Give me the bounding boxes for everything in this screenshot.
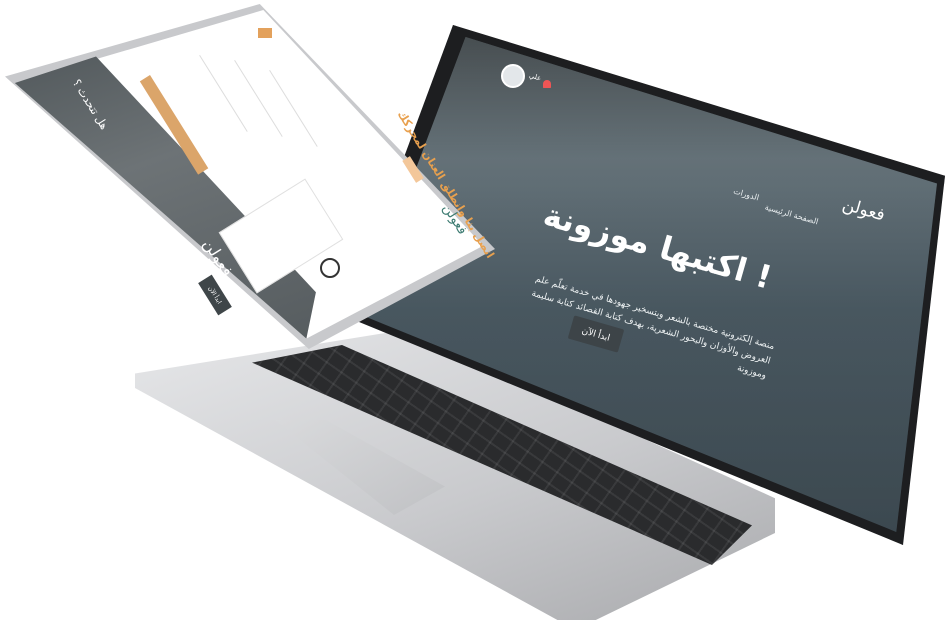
tablet-start-button[interactable]: ابدأ الآن: [198, 274, 232, 316]
avatar[interactable]: [501, 64, 525, 88]
user-name[interactable]: علي: [528, 71, 542, 82]
headset-icon: [320, 258, 340, 278]
hero-title: اكتبها موزونة !: [539, 195, 777, 297]
nav-link-home[interactable]: الصفحة الرئيسية: [764, 203, 820, 227]
nav-link-courses[interactable]: الدورات: [732, 187, 760, 203]
tablet-device: فعولن هل تتحدث ؟ ابدأ الآن اتصل بنا وانط…: [0, 0, 500, 360]
site-logo[interactable]: فعولن: [840, 194, 887, 225]
bell-icon[interactable]: [543, 80, 551, 88]
tablet-top-tab[interactable]: [258, 28, 272, 38]
